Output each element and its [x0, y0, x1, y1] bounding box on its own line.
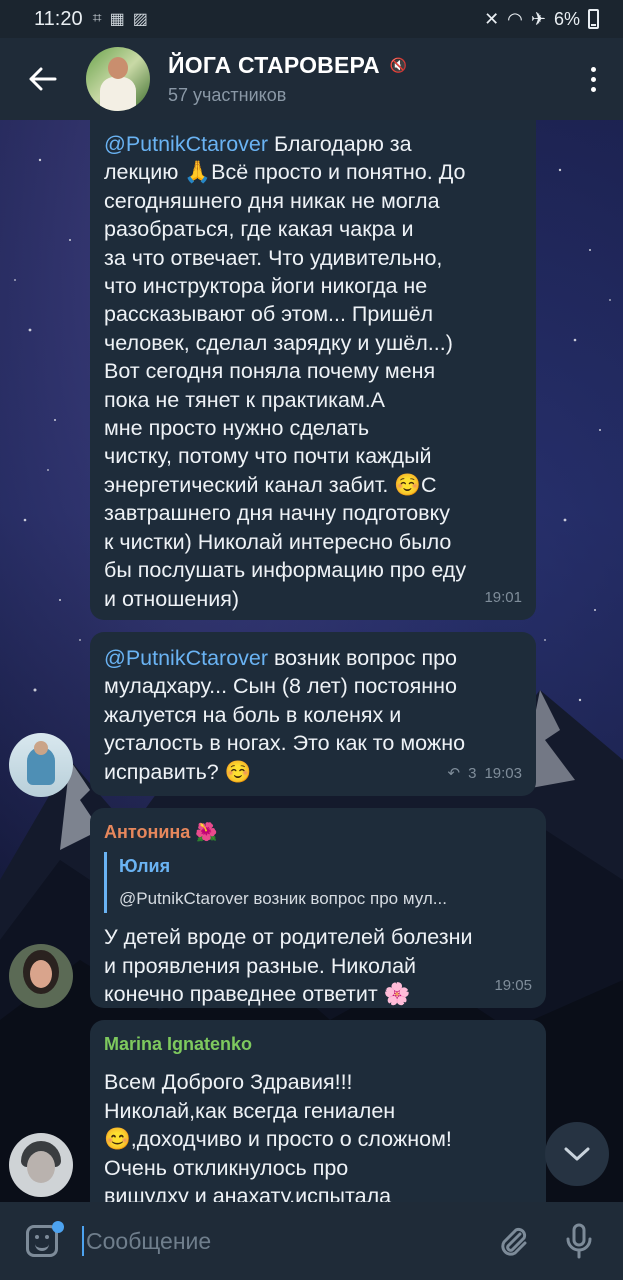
- wifi-icon: ◠: [507, 8, 523, 29]
- message-meta: ↶ 3 19:03: [448, 760, 522, 788]
- avatar[interactable]: [9, 733, 73, 797]
- arrow-left-icon: [29, 67, 57, 91]
- message-bubble[interactable]: @PutnikCtarover возник вопрос про муладх…: [90, 632, 536, 796]
- text-caret: [82, 1226, 84, 1256]
- battery-percent: 6%: [553, 8, 580, 29]
- message-list[interactable]: @PutnikCtarover Благодарю за лекцию 🙏Всё…: [0, 120, 623, 1202]
- grid-icon: ⌗: [92, 10, 102, 27]
- status-time: 11:20: [34, 7, 83, 30]
- more-menu-button[interactable]: [563, 38, 623, 120]
- reply-preview[interactable]: Юлия @PutnikCtarover возник вопрос про м…: [104, 852, 532, 914]
- reply-sender: Юлия: [119, 856, 171, 877]
- member-count: 57 участников: [168, 85, 287, 105]
- message-meta: 19:01: [484, 584, 522, 612]
- message-meta: 19:05: [494, 972, 532, 1000]
- sender-name[interactable]: Marina Ignatenko: [104, 1030, 532, 1058]
- mention-link[interactable]: @PutnikCtarover: [104, 132, 268, 156]
- back-button[interactable]: [0, 38, 86, 120]
- chevron-down-icon: [564, 1147, 590, 1161]
- chat-header: ЙОГА СТАРОВЕРА 🔇 57 участников: [0, 38, 623, 120]
- mute-icon: ✕: [484, 8, 500, 29]
- emoji-sticker-button[interactable]: [20, 1219, 64, 1263]
- message-bubble[interactable]: Антонина 🌺 Юлия @PutnikCtarover возник в…: [90, 808, 546, 1008]
- message-time: 19:03: [484, 764, 522, 782]
- status-bar: 11:20 ⌗ ▦ ▨ ✕ ◠ ✈ 6%: [0, 0, 623, 38]
- voice-record-button[interactable]: [555, 1217, 603, 1265]
- status-notification-icons: ⌗ ▦ ▨: [93, 9, 148, 29]
- notification-dot: [52, 1221, 64, 1233]
- avatar[interactable]: [9, 944, 73, 1008]
- message-bubble[interactable]: @PutnikCtarover Благодарю за лекцию 🙏Всё…: [90, 120, 536, 620]
- message-bubble[interactable]: Marina Ignatenko Всем Доброго Здравия!!!…: [90, 1020, 546, 1202]
- replies-count[interactable]: 3: [468, 760, 476, 788]
- chat-title-block[interactable]: ЙОГА СТАРОВЕРА 🔇 57 участников: [168, 52, 563, 106]
- gallery-icon: ▦: [109, 11, 125, 28]
- scroll-down-button[interactable]: [545, 1122, 609, 1186]
- message-text: @PutnikCtarover Благодарю за лекцию 🙏Всё…: [104, 132, 467, 611]
- message-time: 19:05: [494, 976, 532, 994]
- chat-title: ЙОГА СТАРОВЕРА: [168, 52, 380, 78]
- message-input-bar: [0, 1202, 623, 1280]
- avatar[interactable]: [9, 1133, 73, 1197]
- attach-button[interactable]: [489, 1217, 537, 1265]
- muted-icon: 🔇: [389, 57, 408, 73]
- message-text: У детей вроде от родителей болезни и про…: [104, 925, 473, 1007]
- battery-icon: [588, 9, 599, 29]
- image-icon: ▨: [132, 11, 148, 28]
- more-vertical-icon: [590, 66, 596, 72]
- reply-arrow-icon[interactable]: ↶: [448, 760, 461, 788]
- microphone-icon: [566, 1223, 592, 1259]
- mention-link[interactable]: @PutnikCtarover: [104, 646, 268, 670]
- status-system-icons: ✕ ◠ ✈ 6%: [484, 9, 599, 30]
- reply-text: @PutnikCtarover возник вопрос про мул...: [119, 888, 447, 908]
- message-input[interactable]: [86, 1227, 489, 1255]
- sender-name[interactable]: Антонина 🌺: [104, 818, 532, 846]
- message-time: 19:01: [484, 588, 522, 606]
- paperclip-icon: [501, 1227, 527, 1256]
- group-avatar[interactable]: [86, 47, 150, 111]
- airplane-icon: ✈: [530, 8, 546, 29]
- message-text: Всем Доброго Здравия!!! Николай,как всег…: [104, 1070, 452, 1202]
